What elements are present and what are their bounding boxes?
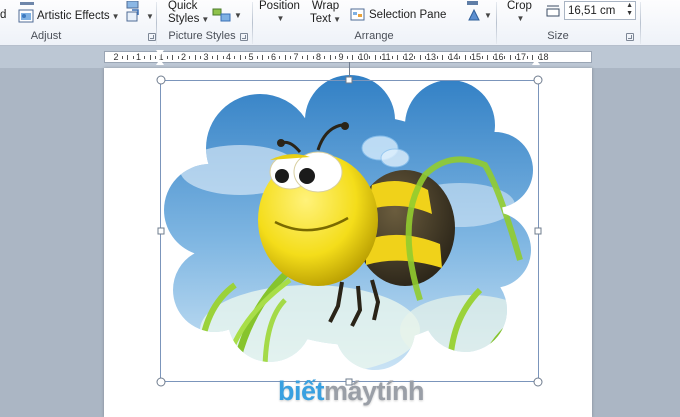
resize-handle-top-right[interactable]	[533, 75, 543, 85]
resize-handle-top[interactable]	[345, 76, 353, 84]
cloud-image	[164, 75, 533, 370]
resize-handle-bottom-left[interactable]	[156, 377, 166, 387]
resize-handle-left[interactable]	[157, 227, 165, 235]
resize-handle-top-left[interactable]	[156, 75, 166, 85]
resize-handle-right[interactable]	[534, 227, 542, 235]
site-watermark: biếtmáytính	[278, 376, 425, 406]
resize-handle-bottom-right[interactable]	[533, 377, 543, 387]
bee-picture[interactable]	[0, 0, 680, 417]
